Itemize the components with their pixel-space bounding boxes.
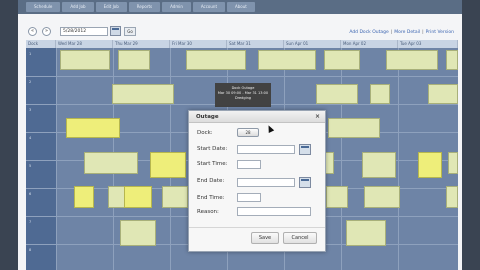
- appointment-block[interactable]: [186, 50, 246, 70]
- close-icon[interactable]: ×: [315, 113, 320, 120]
- appointment-block[interactable]: [326, 186, 348, 208]
- dock-number: 2: [29, 80, 32, 84]
- dock-select[interactable]: 28: [237, 128, 259, 137]
- reason-label: Reason:: [197, 209, 219, 215]
- start-date-label: Start Date:: [197, 146, 228, 152]
- appointment-block[interactable]: [448, 152, 458, 174]
- calendar-picker-icon[interactable]: [110, 26, 121, 36]
- appointment-block[interactable]: [258, 50, 316, 70]
- appointment-block[interactable]: [370, 84, 390, 104]
- start-time-label: Start Time:: [197, 161, 228, 167]
- header-day: Fri Mar 30: [170, 40, 227, 48]
- grid-divider: [56, 48, 57, 270]
- go-button[interactable]: Go: [124, 27, 136, 36]
- header-day: Wed Mar 28: [56, 40, 113, 48]
- grid-divider: [341, 48, 342, 270]
- end-date-field[interactable]: [237, 178, 295, 187]
- appointment-block[interactable]: [66, 118, 120, 138]
- start-time-field[interactable]: [237, 160, 261, 169]
- appointment-block[interactable]: [162, 186, 188, 208]
- outage-dialog: Outage × Dock: 28 Start Date: Start Time…: [188, 110, 326, 252]
- dock-label: Dock:: [197, 130, 213, 136]
- appointment-block[interactable]: [120, 220, 156, 246]
- header-day: Tue Apr 03: [398, 40, 458, 48]
- appointment-block[interactable]: [446, 186, 458, 208]
- header-dock: Dock: [26, 40, 56, 48]
- grid-divider: [26, 76, 458, 77]
- nav-edit-job[interactable]: Edit Job: [95, 2, 127, 12]
- appointment-block[interactable]: [84, 152, 138, 174]
- dock-number: 6: [29, 192, 32, 196]
- toolbar-links: Add Dock Outage | More Detail | Print Versio…: [349, 30, 454, 35]
- dock-number: 7: [29, 220, 32, 224]
- dialog-titlebar[interactable]: Outage ×: [189, 111, 325, 123]
- appointment-block[interactable]: [418, 152, 442, 178]
- start-date-calendar-icon[interactable]: [299, 144, 311, 155]
- nav-account[interactable]: Account: [192, 2, 226, 12]
- appointment-block[interactable]: [328, 118, 380, 138]
- top-navigation: Schedule Add Job Edit Job Reports Admin …: [18, 0, 462, 14]
- header-day: Sun Apr 01: [284, 40, 341, 48]
- nav-about[interactable]: About: [227, 2, 255, 12]
- end-time-field[interactable]: [237, 193, 261, 202]
- header-day: Sat Mar 31: [227, 40, 284, 48]
- dialog-footer-divider: [189, 227, 325, 228]
- dock-number: 4: [29, 136, 32, 140]
- header-day: Mon Apr 02: [341, 40, 398, 48]
- appointment-block[interactable]: [346, 220, 386, 246]
- dock-number: 5: [29, 164, 32, 168]
- appointment-block[interactable]: [118, 50, 150, 70]
- appointment-block[interactable]: [124, 186, 152, 208]
- cancel-button[interactable]: Cancel: [283, 232, 317, 244]
- appointment-block[interactable]: [446, 50, 458, 70]
- dock-number: 3: [29, 108, 32, 112]
- nav-schedule[interactable]: Schedule: [26, 2, 61, 12]
- end-date-label: End Date:: [197, 178, 225, 184]
- end-time-label: End Time:: [197, 195, 225, 201]
- appointment-block[interactable]: [362, 152, 396, 178]
- end-date-calendar-icon[interactable]: [299, 177, 311, 188]
- more-detail-link[interactable]: More Detail: [394, 30, 420, 35]
- save-button[interactable]: Save: [251, 232, 279, 244]
- appointment-block[interactable]: [324, 50, 360, 70]
- appointment-block[interactable]: [364, 186, 400, 208]
- appointment-block[interactable]: [60, 50, 110, 70]
- grid-divider: [398, 48, 399, 270]
- tooltip-reason: Dredging: [234, 96, 252, 100]
- nav-admin[interactable]: Admin: [162, 2, 191, 12]
- add-dock-outage-link[interactable]: Add Dock Outage: [349, 30, 388, 35]
- appointment-block[interactable]: [74, 186, 94, 208]
- print-version-link[interactable]: Print Version: [426, 30, 454, 35]
- header-day: Thu Mar 29: [113, 40, 170, 48]
- dialog-title: Outage: [196, 114, 219, 120]
- date-toolbar: « » 5/28/2012 Go Add Dock Outage | More De…: [18, 23, 462, 39]
- browser-page: Schedule Add Job Edit Job Reports Admin …: [18, 0, 462, 270]
- outage-tooltip: Dock Outage Mar 30 09:00 - Mar 31 13:00 …: [215, 83, 271, 107]
- start-date-field[interactable]: [237, 145, 295, 154]
- appointment-block[interactable]: [386, 50, 438, 70]
- grid-header: Dock Wed Mar 28 Thu Mar 29 Fri Mar 30 Sa…: [26, 40, 458, 48]
- nav-reports[interactable]: Reports: [128, 2, 161, 12]
- appointment-block[interactable]: [150, 152, 186, 178]
- appointment-block[interactable]: [112, 84, 174, 104]
- dock-number: 8: [29, 248, 32, 252]
- reason-field[interactable]: [237, 207, 311, 216]
- nav-add-job[interactable]: Add Job: [62, 2, 94, 12]
- next-week-icon[interactable]: »: [42, 27, 51, 36]
- dock-number: 1: [29, 52, 32, 56]
- appointment-block[interactable]: [316, 84, 358, 104]
- appointment-block[interactable]: [428, 84, 458, 104]
- screen-frame: Schedule Add Job Edit Job Reports Admin …: [0, 0, 480, 270]
- date-input[interactable]: 5/28/2012: [60, 27, 108, 36]
- prev-week-icon[interactable]: «: [28, 27, 37, 36]
